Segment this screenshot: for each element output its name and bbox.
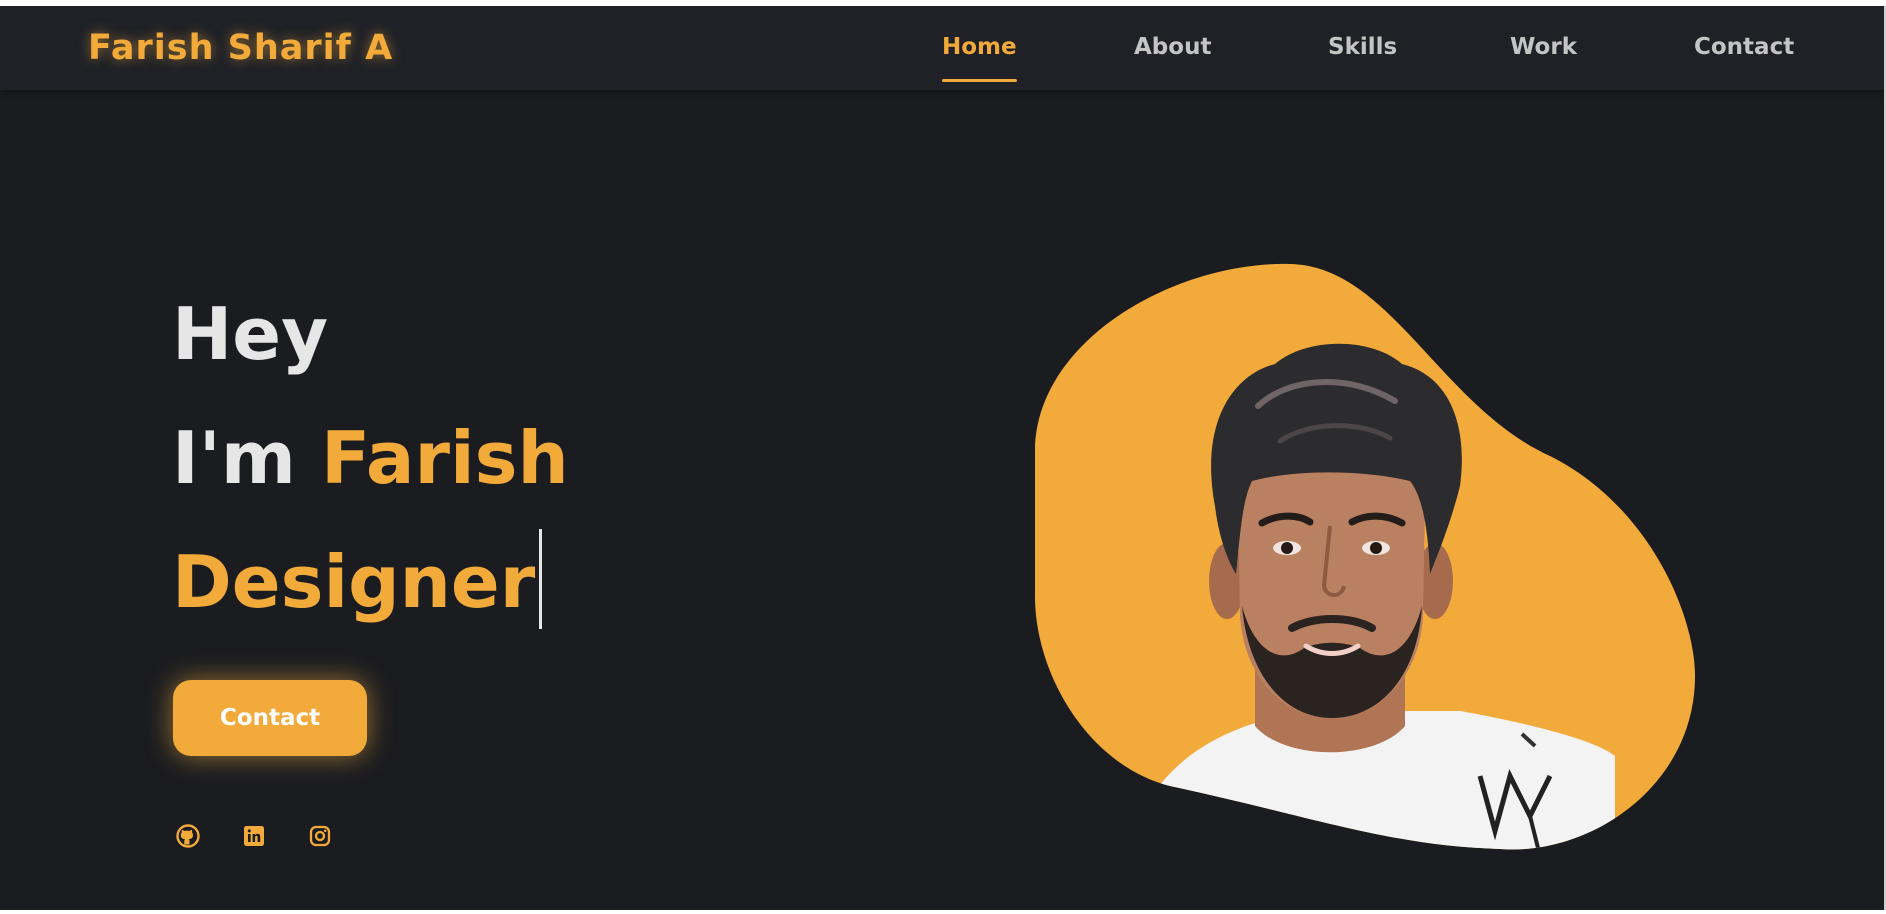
profile-photo	[1035, 263, 1695, 850]
hero-name: Farish	[320, 416, 569, 500]
instagram-icon[interactable]	[308, 824, 332, 848]
nav-contact[interactable]: Contact	[1694, 34, 1794, 60]
hero-greeting: Hey	[172, 292, 329, 376]
nav-work[interactable]: Work	[1510, 34, 1577, 60]
hero-portrait	[1030, 256, 1702, 856]
github-icon[interactable]	[176, 824, 200, 848]
navbar: Farish Sharif A Home About Skills Work C…	[0, 6, 1884, 90]
nav-links: Home About Skills Work Contact	[0, 34, 1884, 82]
typing-cursor	[539, 529, 543, 629]
nav-about[interactable]: About	[1134, 34, 1211, 60]
hero-intro-line: I'm Farish	[172, 396, 569, 520]
hero-heading: Hey I'm Farish Designer	[172, 272, 569, 644]
hero-role-line: Designer	[172, 520, 569, 644]
hero-role: Designer	[172, 540, 536, 624]
contact-button[interactable]: Contact	[173, 680, 367, 756]
nav-skills[interactable]: Skills	[1328, 34, 1397, 60]
linkedin-icon[interactable]	[242, 824, 266, 848]
hero-intro-prefix: I'm	[172, 416, 296, 500]
page-window: Farish Sharif A Home About Skills Work C…	[0, 6, 1886, 910]
nav-home[interactable]: Home	[942, 34, 1017, 82]
